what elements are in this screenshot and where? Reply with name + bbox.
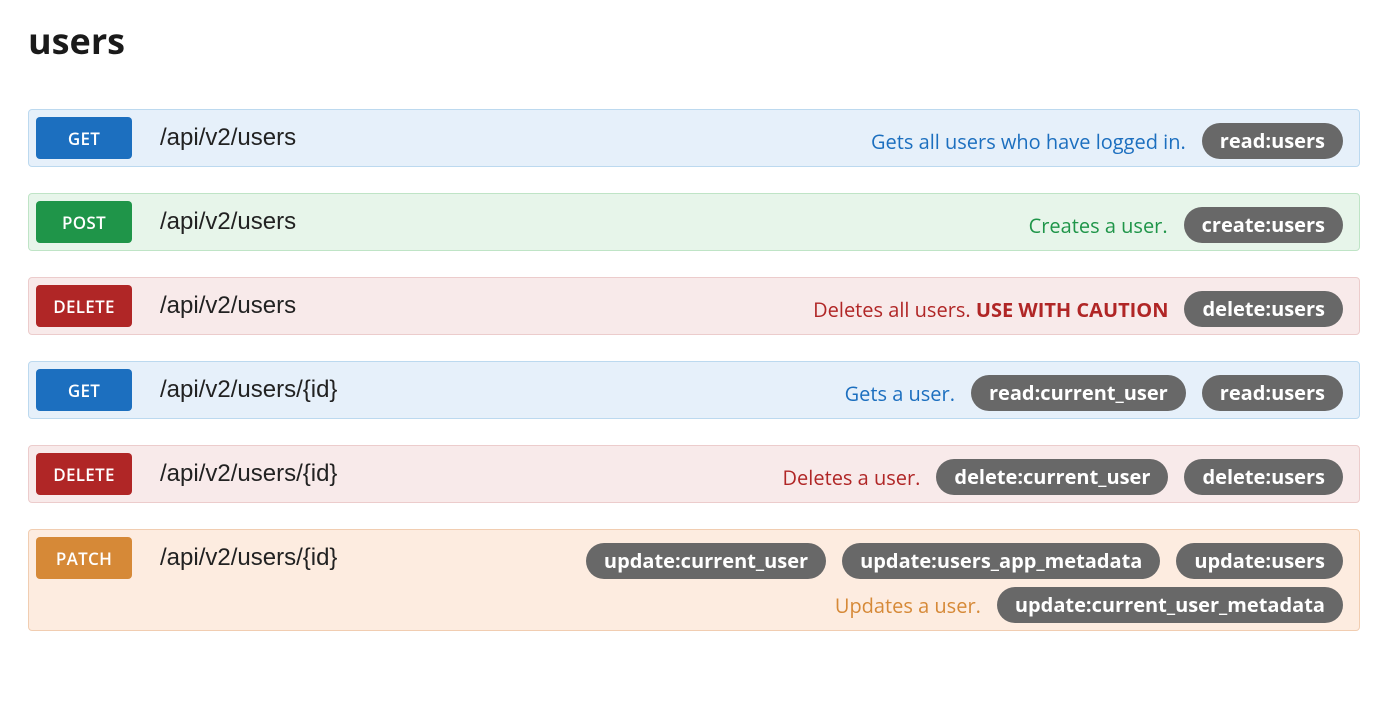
section-title: users [28, 16, 1360, 65]
method-badge: DELETE [36, 453, 132, 495]
scope-badge: update:current_user_metadata [997, 587, 1343, 623]
endpoint-path: /api/v2/users/{id} [160, 453, 337, 495]
operation-row[interactable]: GET/api/v2/users/{id} Gets a user. read:cu… [28, 361, 1360, 419]
method-badge: PATCH [36, 537, 132, 579]
endpoint-path: /api/v2/users [160, 117, 296, 159]
scope-badge: read:current_user [971, 375, 1186, 411]
endpoint-path: /api/v2/users [160, 285, 296, 327]
scope-badge: create:users [1184, 207, 1343, 243]
operation-desc: Updates a user. [835, 592, 981, 619]
operation-meta: Deletes a user. delete:current_user delete… [783, 453, 1343, 495]
method-badge: GET [36, 369, 132, 411]
scope-badge: delete:users [1184, 459, 1343, 495]
operation-row[interactable]: DELETE/api/v2/users/{id} Deletes a user. d… [28, 445, 1360, 503]
operation-list: GET/api/v2/users Gets all users who have … [28, 109, 1360, 631]
endpoint-path: /api/v2/users/{id} [160, 537, 337, 579]
scope-badge: update:users [1176, 543, 1343, 579]
operation-meta: Gets a user. read:current_user read:users [845, 369, 1343, 411]
operation-meta: Deletes all users. USE WITH CAUTION delet… [813, 285, 1343, 327]
operation-row[interactable]: DELETE/api/v2/users Deletes all users. US… [28, 277, 1360, 335]
operation-desc: Gets a user. [845, 380, 955, 407]
operation-desc: Deletes all users. USE WITH CAUTION [813, 296, 1168, 323]
operation-meta: update:current_user update:users_app_meta… [503, 537, 1343, 623]
scope-badge: update:users_app_metadata [842, 543, 1160, 579]
operation-desc: Deletes a user. [783, 464, 921, 491]
operation-row[interactable]: POST/api/v2/users Creates a user. create:u… [28, 193, 1360, 251]
endpoint-path: /api/v2/users/{id} [160, 369, 337, 411]
method-badge: GET [36, 117, 132, 159]
endpoint-path: /api/v2/users [160, 201, 296, 243]
method-badge: POST [36, 201, 132, 243]
operation-meta: Creates a user. create:users [1029, 201, 1343, 243]
operation-row[interactable]: PATCH/api/v2/users/{id} update:current_us… [28, 529, 1360, 631]
operation-meta: Gets all users who have logged in. read:u… [871, 117, 1343, 159]
scope-badge: read:users [1202, 123, 1343, 159]
scope-badge: delete:users [1184, 291, 1343, 327]
scope-badge: update:current_user [586, 543, 826, 579]
method-badge: DELETE [36, 285, 132, 327]
scope-badge: delete:current_user [936, 459, 1168, 495]
scope-badge: read:users [1202, 375, 1343, 411]
operation-desc: Gets all users who have logged in. [871, 128, 1186, 155]
operation-row[interactable]: GET/api/v2/users Gets all users who have … [28, 109, 1360, 167]
caution-text: USE WITH CAUTION [976, 296, 1169, 323]
operation-desc: Creates a user. [1029, 212, 1168, 239]
